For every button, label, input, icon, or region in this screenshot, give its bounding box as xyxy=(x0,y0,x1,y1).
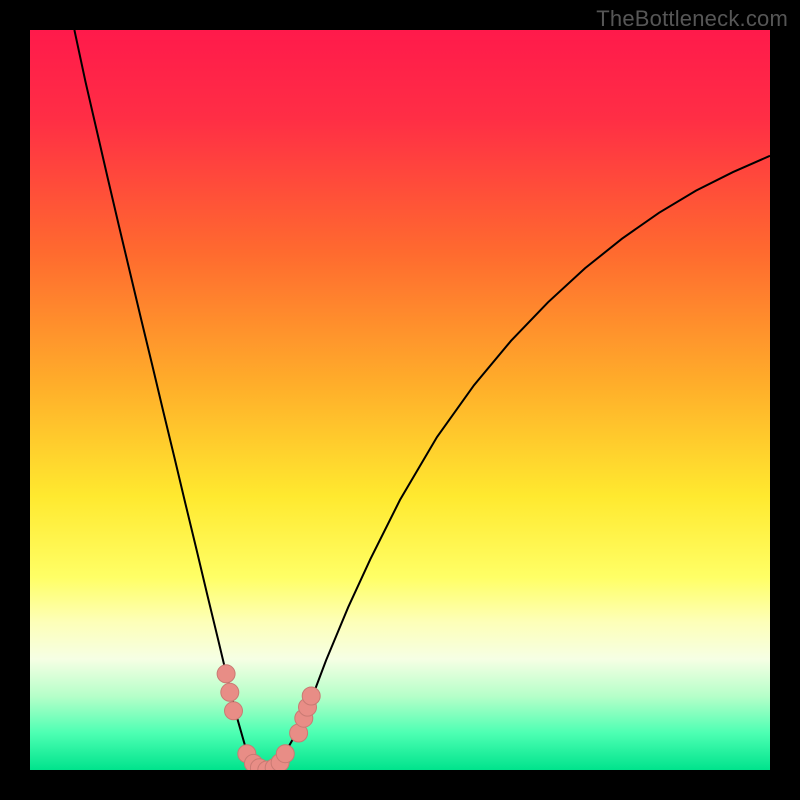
marker-dot xyxy=(221,683,239,701)
chart-frame: TheBottleneck.com xyxy=(0,0,800,800)
marker-dot xyxy=(276,745,294,763)
marker-dot xyxy=(217,665,235,683)
marker-dot xyxy=(302,687,320,705)
bottleneck-curve-chart xyxy=(30,30,770,770)
gradient-background xyxy=(30,30,770,770)
watermark-text: TheBottleneck.com xyxy=(596,6,788,32)
plot-area xyxy=(30,30,770,770)
marker-dot xyxy=(225,702,243,720)
